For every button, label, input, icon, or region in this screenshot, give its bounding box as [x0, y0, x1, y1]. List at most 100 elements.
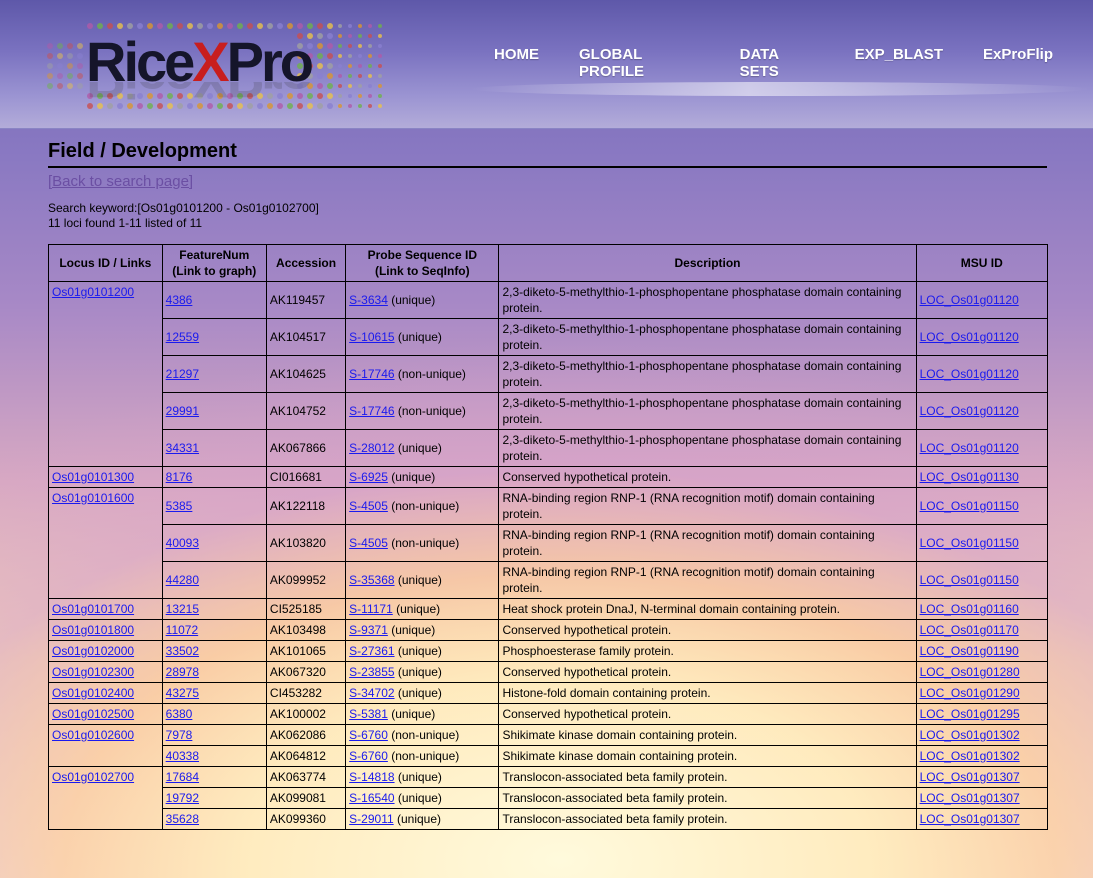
featurenum-link[interactable]: 17684 — [166, 770, 199, 784]
logo-dot — [348, 34, 352, 38]
locus-link[interactable]: Os01g0101800 — [52, 623, 134, 637]
msu-link[interactable]: LOC_Os01g01120 — [920, 441, 1019, 455]
probe-link[interactable]: S-6760 — [349, 749, 388, 763]
featurenum-link[interactable]: 13215 — [166, 602, 199, 616]
probe-link[interactable]: S-6925 — [349, 470, 388, 484]
featurenum-link[interactable]: 43275 — [166, 686, 199, 700]
featurenum-link[interactable]: 44280 — [166, 573, 199, 587]
accession-cell: AK119457 — [265, 281, 347, 319]
logo-dot — [338, 84, 342, 88]
msu-link[interactable]: LOC_Os01g01130 — [920, 470, 1019, 484]
logo-dot — [57, 53, 63, 59]
probe-link[interactable]: S-11171 — [349, 602, 393, 616]
logo-dot — [368, 104, 372, 108]
probe-link[interactable]: S-6760 — [349, 728, 388, 742]
logo-dot — [378, 24, 382, 28]
locus-cell: Os01g0101700 — [48, 598, 163, 620]
featurenum-link[interactable]: 4386 — [166, 293, 193, 307]
nav-link-global-profile[interactable]: GLOBAL PROFILE — [579, 46, 700, 80]
msu-link[interactable]: LOC_Os01g01150 — [920, 499, 1019, 513]
featurenum-link[interactable]: 7978 — [166, 728, 193, 742]
msu-link[interactable]: LOC_Os01g01280 — [920, 665, 1020, 679]
msu-link[interactable]: LOC_Os01g01302 — [920, 728, 1020, 742]
probe-link[interactable]: S-9371 — [349, 623, 388, 637]
nav-link-home[interactable]: HOME — [494, 46, 539, 80]
locus-link[interactable]: Os01g0102500 — [52, 707, 134, 721]
msu-link[interactable]: LOC_Os01g01290 — [920, 686, 1020, 700]
locus-link[interactable]: Os01g0101600 — [52, 491, 134, 505]
probe-link[interactable]: S-4505 — [349, 536, 388, 550]
locus-link[interactable]: Os01g0102300 — [52, 665, 134, 679]
probe-link[interactable]: S-17746 — [349, 404, 394, 418]
probe-link[interactable]: S-14818 — [349, 770, 394, 784]
msu-link[interactable]: LOC_Os01g01307 — [920, 791, 1020, 805]
featurenum-link[interactable]: 35628 — [166, 812, 199, 826]
msu-link[interactable]: LOC_Os01g01120 — [920, 367, 1019, 381]
probe-cell: S-6925 (unique) — [345, 466, 500, 488]
featurenum-link[interactable]: 40093 — [166, 536, 199, 550]
msu-link[interactable]: LOC_Os01g01307 — [920, 770, 1020, 784]
description-cell: 2,3-diketo-5-methylthio-1-phosphopentane… — [498, 429, 917, 467]
featurenum-link[interactable]: 19792 — [166, 791, 199, 805]
msu-link[interactable]: LOC_Os01g01150 — [920, 573, 1019, 587]
probe-link[interactable]: S-17746 — [349, 367, 394, 381]
logo-dot — [277, 23, 283, 29]
logo-dot — [327, 63, 333, 69]
msu-link[interactable]: LOC_Os01g01307 — [920, 812, 1020, 826]
msu-link[interactable]: LOC_Os01g01190 — [920, 644, 1019, 658]
featurenum-link[interactable]: 12559 — [166, 330, 199, 344]
featurenum-link[interactable]: 11072 — [166, 623, 198, 637]
nav-link-data-sets[interactable]: DATA SETS — [740, 46, 815, 80]
probe-link[interactable]: S-3634 — [349, 293, 388, 307]
featurenum-link[interactable]: 21297 — [166, 367, 199, 381]
msu-link[interactable]: LOC_Os01g01160 — [920, 602, 1019, 616]
locus-link[interactable]: Os01g0101200 — [52, 285, 134, 299]
msu-link[interactable]: LOC_Os01g01120 — [920, 293, 1019, 307]
probe-link[interactable]: S-5381 — [349, 707, 388, 721]
msu-link[interactable]: LOC_Os01g01120 — [920, 330, 1019, 344]
probe-link[interactable]: S-16540 — [349, 791, 394, 805]
probe-link[interactable]: S-10615 — [349, 330, 394, 344]
featurenum-link[interactable]: 40338 — [166, 749, 199, 763]
logo-dot — [147, 23, 153, 29]
locus-link[interactable]: Os01g0101700 — [52, 602, 134, 616]
probe-link[interactable]: S-34702 — [349, 686, 394, 700]
logo-dot — [47, 53, 53, 59]
probe-link[interactable]: S-27361 — [349, 644, 394, 658]
featurenum-link[interactable]: 6380 — [166, 707, 193, 721]
logo-dot — [77, 53, 83, 59]
probe-link[interactable]: S-29011 — [349, 812, 393, 826]
msu-link[interactable]: LOC_Os01g01302 — [920, 749, 1020, 763]
locus-cell: Os01g0102700 — [48, 766, 163, 830]
msu-link[interactable]: LOC_Os01g01150 — [920, 536, 1019, 550]
logo-dot — [348, 44, 352, 48]
msu-link[interactable]: LOC_Os01g01170 — [920, 623, 1019, 637]
locus-link[interactable]: Os01g0101300 — [52, 470, 134, 484]
probe-cell: S-4505 (non-unique) — [345, 524, 500, 562]
msu-link[interactable]: LOC_Os01g01120 — [920, 404, 1019, 418]
msu-link[interactable]: LOC_Os01g01295 — [920, 707, 1020, 721]
featurenum-link[interactable]: 34331 — [166, 441, 199, 455]
featurenum-link[interactable]: 28978 — [166, 665, 199, 679]
locus-link[interactable]: Os01g0102000 — [52, 644, 134, 658]
probe-link[interactable]: S-23855 — [349, 665, 394, 679]
ricexpro-logo[interactable]: RiceXPro RiceXPro — [36, 18, 416, 118]
back-to-search-link[interactable]: [Back to search page] — [48, 173, 193, 190]
locus-link[interactable]: Os01g0102700 — [52, 770, 134, 784]
probe-link[interactable]: S-35368 — [349, 573, 394, 587]
probe-link[interactable]: S-4505 — [349, 499, 388, 513]
nav-link-exp-blast[interactable]: EXP_BLAST — [855, 46, 943, 80]
probe-cell: S-23855 (unique) — [345, 661, 500, 683]
table-row: Os01g0102600 7978 AK062086 S-6760 (non-uniq… — [48, 724, 1049, 767]
locus-link[interactable]: Os01g0102600 — [52, 728, 134, 742]
featurenum-cell: 44280 — [161, 561, 267, 599]
nav-link-exproflip[interactable]: ExProFlip — [983, 46, 1053, 80]
locus-link[interactable]: Os01g0102400 — [52, 686, 134, 700]
featurenum-link[interactable]: 33502 — [166, 644, 199, 658]
featurenum-link[interactable]: 8176 — [166, 470, 193, 484]
featurenum-link[interactable]: 29991 — [166, 404, 199, 418]
logo-dot — [67, 73, 73, 79]
probe-link[interactable]: S-28012 — [349, 441, 394, 455]
featurenum-link[interactable]: 5385 — [166, 499, 193, 513]
search-keyword-text: Search keyword:[Os01g0101200 - Os01g0102… — [48, 201, 319, 215]
